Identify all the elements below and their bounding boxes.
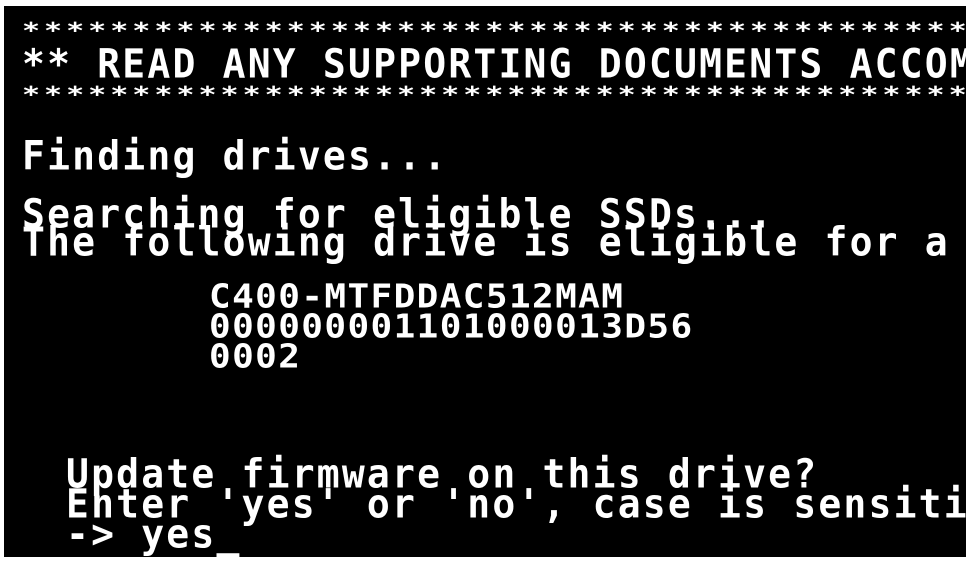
command-input-value[interactable]: yes	[141, 511, 216, 557]
eligible-drive-text: The following drive is eligible for a fi…	[22, 218, 950, 266]
terminal-window: ****************************************…	[4, 6, 966, 557]
banner-bottom-border: ****************************************…	[22, 81, 966, 108]
banner-text: ** READ ANY SUPPORTING DOCUMENTS ACCOMPA…	[22, 40, 966, 88]
prompt-arrow: ->	[66, 510, 142, 557]
banner-top-border: ****************************************…	[22, 17, 966, 44]
drive-revision: 0002	[209, 338, 302, 376]
text-cursor: _	[216, 510, 242, 557]
finding-drives-text: Finding drives...	[22, 132, 449, 180]
command-input-line[interactable]: -> yes_	[66, 514, 242, 554]
